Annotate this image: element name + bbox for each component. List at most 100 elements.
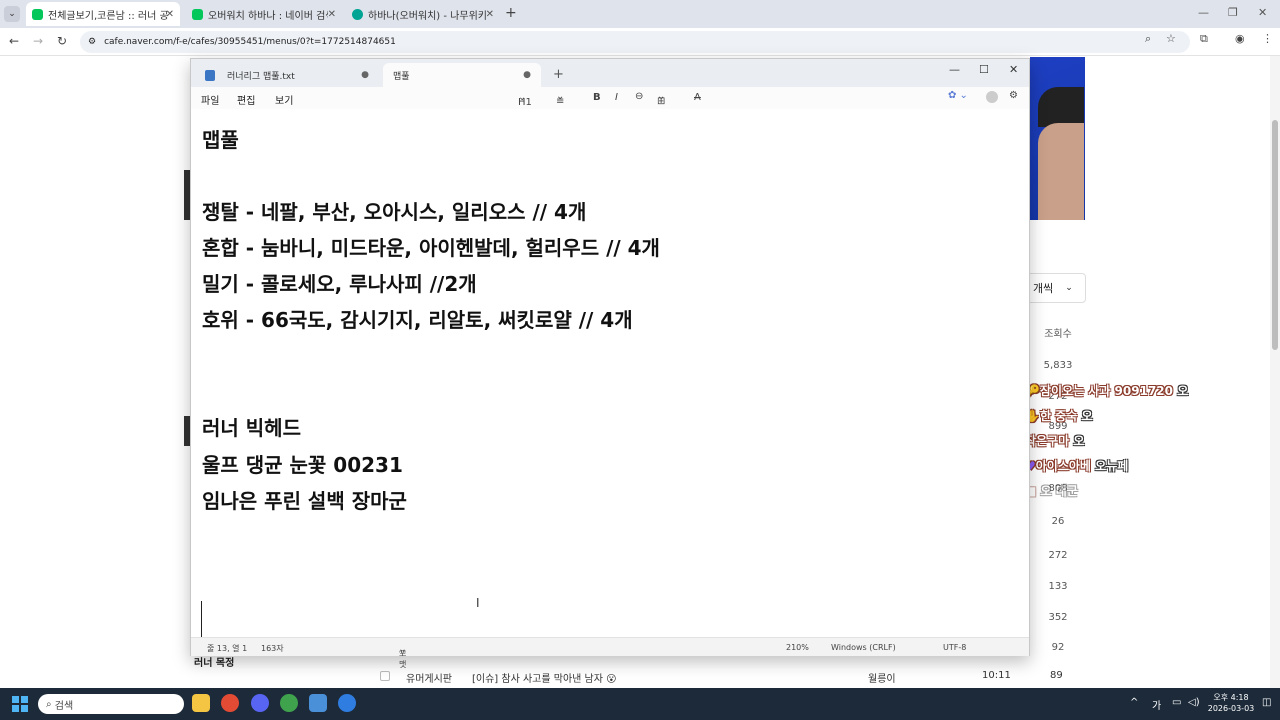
view-count: 133	[1048, 581, 1068, 592]
minimize-icon[interactable]: —	[949, 63, 960, 76]
view-count: 92	[1051, 642, 1065, 653]
link-icon[interactable]: ⊖	[635, 91, 643, 102]
menu-edit[interactable]: 편집	[237, 92, 255, 107]
zoom-level[interactable]: 210%	[786, 643, 809, 652]
table-row[interactable]: 유머게시판 [이슈] 참사 사고를 막아낸 남자 😮 월릉이 10:11 89	[376, 670, 1076, 686]
close-icon[interactable]: ✕	[166, 9, 174, 20]
page-scrollbar-thumb[interactable]	[1272, 120, 1278, 350]
sidebar-fixed-label[interactable]: 러너 목정	[194, 654, 234, 669]
notepad-text-area[interactable]: 맵풀 쟁탈 - 네팔, 부산, 오아시스, 일리오스 // 4개 혼합 - 눔바…	[191, 109, 1029, 637]
reload-icon[interactable]: ↻	[57, 34, 67, 48]
streaming-app-icon[interactable]	[338, 694, 356, 712]
text-line: 맵풀	[202, 128, 239, 152]
close-icon[interactable]: ✕	[1009, 63, 1018, 76]
view-count: 272	[1048, 550, 1068, 561]
char-count: 163자	[261, 644, 284, 653]
naver-cafe-icon	[32, 8, 43, 20]
back-icon[interactable]: ←	[9, 34, 19, 48]
views-column-header[interactable]: 조회수	[1031, 325, 1085, 340]
heading-label: H1	[518, 97, 532, 108]
unsaved-dot-icon[interactable]: ●	[523, 70, 531, 80]
close-window-icon[interactable]: ✕	[1258, 6, 1267, 19]
volume-icon[interactable]: ◁)	[1188, 697, 1200, 708]
taskbar-clock[interactable]: 오후 4:18 2026-03-03	[1205, 692, 1257, 714]
url-input[interactable]: ⚙ cafe.naver.com/f-e/cafes/30955451/menu…	[80, 31, 1190, 53]
menu-icon[interactable]: ⋮	[1262, 32, 1273, 45]
mouse-ibeam-cursor: I	[476, 596, 480, 610]
taskbar-search-input[interactable]: ⌕ 검색	[38, 694, 184, 714]
network-icon[interactable]: ▭	[1172, 697, 1181, 708]
tab-search-button[interactable]: ⌄	[4, 6, 20, 22]
chrome-profile-icon[interactable]	[280, 694, 298, 712]
maximize-icon[interactable]: ☐	[979, 63, 989, 76]
close-icon[interactable]: ✕	[486, 9, 494, 20]
restore-icon[interactable]: ❐	[1228, 6, 1238, 19]
italic-button[interactable]: I	[615, 92, 618, 103]
clear-formatting-icon[interactable]: A	[694, 92, 701, 103]
browser-tab-cafe[interactable]: 전체글보기,코른남 :: 러너 공식 ✕	[26, 2, 180, 26]
page-size-label: 개씩	[1033, 282, 1054, 295]
chat-message: ✋한 중숙 오	[1025, 407, 1093, 424]
streamer-webcam-overlay	[1030, 57, 1085, 220]
file-explorer-icon[interactable]	[192, 694, 210, 712]
table-dropdown[interactable]: ⊞ ⌄	[657, 91, 665, 107]
notepad-window: 러너리그 맵풀.txt ● 맵풀 ● + — ☐ ✕ 파일 편집 보기 H1 ⌄…	[190, 58, 1030, 669]
tray-overflow-icon[interactable]: ^	[1130, 697, 1138, 708]
zoom-icon[interactable]: ⌕	[1145, 32, 1151, 46]
heading-dropdown[interactable]: H1 ⌄	[518, 92, 532, 108]
ime-indicator[interactable]: 가	[1152, 697, 1161, 712]
text-line: 밀기 - 콜로세오, 루나사피 //2개	[202, 272, 477, 296]
forward-icon[interactable]: →	[33, 34, 43, 48]
row-author[interactable]: 월릉이	[868, 670, 896, 685]
menu-file[interactable]: 파일	[201, 92, 219, 107]
copilot-icon[interactable]: ✿ ⌄	[948, 90, 968, 101]
minimize-icon[interactable]: —	[1198, 6, 1209, 19]
webcam-face	[1038, 123, 1084, 220]
notepad-tab-active[interactable]: 맵풀 ●	[383, 63, 541, 87]
url-text: cafe.naver.com/f-e/cafes/30955451/menus/…	[104, 37, 396, 47]
profile-icon[interactable]: ◉	[1235, 32, 1245, 45]
menu-view[interactable]: 보기	[275, 92, 293, 107]
list-icon: ≡	[556, 96, 565, 107]
chrome-icon[interactable]	[221, 694, 239, 712]
row-views: 89	[1050, 670, 1063, 681]
unsaved-dot-icon[interactable]: ●	[361, 70, 369, 80]
browser-tab-namuwiki[interactable]: 하바나(오버워치) - 나무위키 ✕	[346, 2, 500, 26]
row-title[interactable]: [이슈] 참사 사고를 막아낸 남자 😮	[472, 670, 617, 685]
notepad-icon	[205, 69, 215, 81]
encoding[interactable]: UTF-8	[943, 643, 966, 652]
new-tab-button[interactable]: +	[553, 67, 564, 82]
chat-user: 잠이오는 사과 9091720	[1039, 384, 1173, 398]
notification-icon[interactable]: ◫	[1262, 697, 1271, 708]
text-caret	[201, 601, 202, 637]
format-label: 포맷	[399, 649, 407, 669]
chat-text: 오	[1177, 384, 1189, 398]
row-time: 10:11	[982, 670, 1011, 681]
list-dropdown[interactable]: ≡ ⌄	[556, 91, 564, 107]
tab-label: 전체글보기,코른남 :: 러너 공식	[48, 10, 168, 22]
tab-label: 하바나(오버워치) - 나무위키	[368, 10, 487, 22]
browser-tab-search[interactable]: 오버워치 하바나 : 네이버 검색 ✕	[186, 2, 342, 26]
row-checkbox[interactable]	[380, 671, 390, 681]
page-size-dropdown[interactable]: 개씩 ⌄	[1024, 273, 1086, 303]
line-ending[interactable]: Windows (CRLF)	[831, 643, 896, 652]
extensions-icon[interactable]: ⧉	[1200, 32, 1208, 46]
close-icon[interactable]: ✕	[328, 9, 336, 20]
tab-label: 맵풀	[393, 71, 410, 82]
windows-start-icon[interactable]	[12, 696, 28, 712]
notepad-menu-bar: 파일 편집 보기 H1 ⌄ ≡ ⌄ B I ⊖ ⊞ ⌄ A ✿ ⌄ ⚙	[191, 87, 1029, 109]
notepad-tab-file[interactable]: 러너리그 맵풀.txt ●	[195, 63, 379, 87]
new-tab-button[interactable]: +	[505, 5, 517, 21]
bookmark-star-icon[interactable]: ☆	[1166, 32, 1176, 45]
site-info-icon[interactable]: ⚙	[88, 37, 96, 47]
bold-button[interactable]: B	[593, 92, 601, 103]
chat-message: 🔑잠이오는 사과 9091720 오	[1025, 382, 1188, 399]
account-icon[interactable]	[986, 91, 998, 103]
discord-icon[interactable]	[251, 694, 269, 712]
text-line: 울프 댕균 눈꽃 00231	[202, 453, 403, 477]
row-board[interactable]: 유머게시판	[406, 670, 452, 685]
notepad-taskbar-icon[interactable]	[309, 694, 327, 712]
chevron-down-icon: ⌄	[1065, 283, 1073, 293]
view-count: 5,833	[1043, 360, 1073, 371]
settings-icon[interactable]: ⚙	[1009, 90, 1018, 101]
